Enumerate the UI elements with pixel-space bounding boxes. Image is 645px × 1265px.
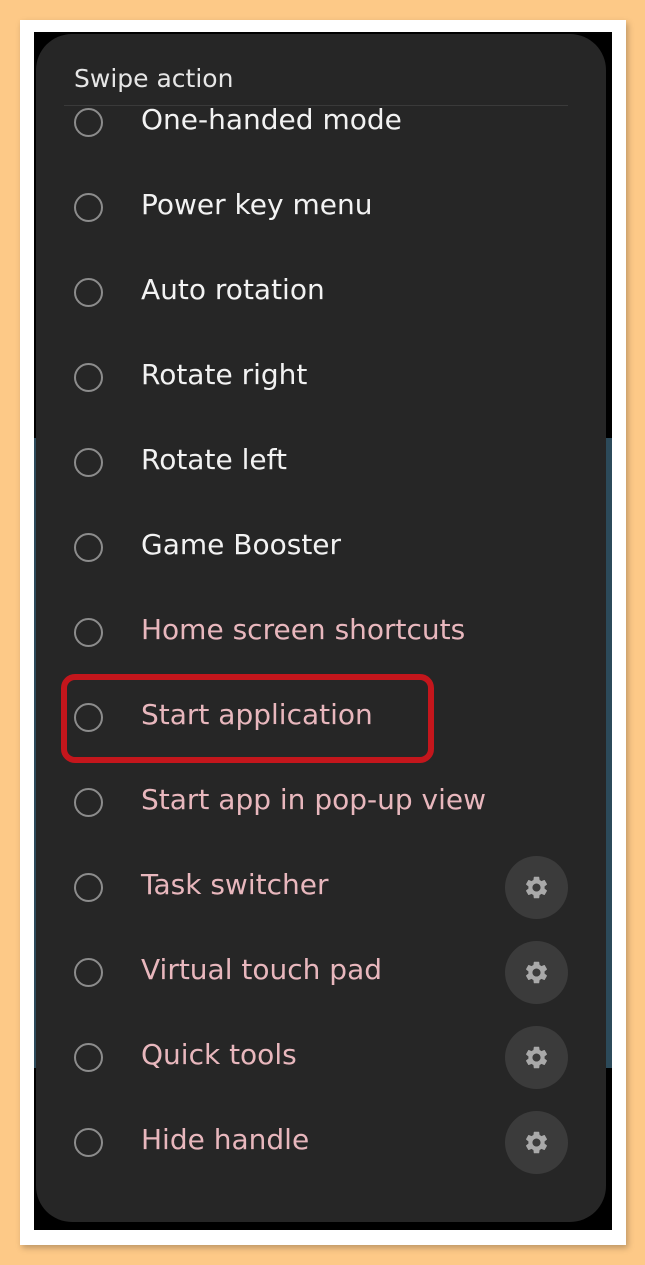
option-virtual-touch-pad[interactable]: Virtual touch pad <box>36 935 606 1015</box>
option-hide-handle[interactable]: Hide handle <box>36 1105 606 1185</box>
radio-unchecked-icon[interactable] <box>74 873 103 902</box>
option-task-switcher[interactable]: Task switcher <box>36 850 606 930</box>
option-auto-rotation[interactable]: Auto rotation <box>36 255 606 335</box>
option-quick-tools[interactable]: Quick tools <box>36 1020 606 1100</box>
swipe-action-dialog: Swipe action One-handed mode Power key m… <box>36 34 606 1222</box>
gear-icon <box>525 1131 548 1154</box>
option-label: Game Booster <box>141 528 342 561</box>
gear-icon <box>525 876 548 899</box>
option-label: Rotate right <box>141 358 308 391</box>
option-rotate-left[interactable]: Rotate left <box>36 425 606 505</box>
option-label: Rotate left <box>141 443 287 476</box>
option-label: Virtual touch pad <box>141 953 382 986</box>
option-label: Auto rotation <box>141 273 325 306</box>
option-label: Hide handle <box>141 1123 310 1156</box>
option-one-handed-mode[interactable]: One-handed mode <box>36 85 606 165</box>
option-game-booster[interactable]: Game Booster <box>36 510 606 590</box>
radio-unchecked-icon[interactable] <box>74 533 103 562</box>
option-home-screen-shortcuts[interactable]: Home screen shortcuts <box>36 595 606 675</box>
radio-unchecked-icon[interactable] <box>74 278 103 307</box>
option-start-app-pop-up-view[interactable]: Start app in pop-up view <box>36 765 606 845</box>
radio-unchecked-icon[interactable] <box>74 618 103 647</box>
radio-unchecked-icon[interactable] <box>74 193 103 222</box>
radio-unchecked-icon[interactable] <box>74 788 103 817</box>
option-power-key-menu[interactable]: Power key menu <box>36 170 606 250</box>
radio-unchecked-icon[interactable] <box>74 958 103 987</box>
option-label: Task switcher <box>141 868 329 901</box>
option-label: Quick tools <box>141 1038 297 1071</box>
radio-unchecked-icon[interactable] <box>74 448 103 477</box>
highlight-annotation-box <box>61 674 434 763</box>
quick-tools-settings-button[interactable] <box>505 1026 568 1089</box>
radio-unchecked-icon[interactable] <box>74 1043 103 1072</box>
option-label: Power key menu <box>141 188 373 221</box>
gear-icon <box>525 1046 548 1069</box>
radio-unchecked-icon[interactable] <box>74 363 103 392</box>
option-label: Start app in pop-up view <box>141 783 487 816</box>
option-rotate-right[interactable]: Rotate right <box>36 340 606 420</box>
option-label: Home screen shortcuts <box>141 613 466 646</box>
radio-unchecked-icon[interactable] <box>74 108 103 137</box>
gear-icon <box>525 961 548 984</box>
option-label: One-handed mode <box>141 103 402 136</box>
virtual-touch-pad-settings-button[interactable] <box>505 941 568 1004</box>
hide-handle-settings-button[interactable] <box>505 1111 568 1174</box>
task-switcher-settings-button[interactable] <box>505 856 568 919</box>
radio-unchecked-icon[interactable] <box>74 1128 103 1157</box>
